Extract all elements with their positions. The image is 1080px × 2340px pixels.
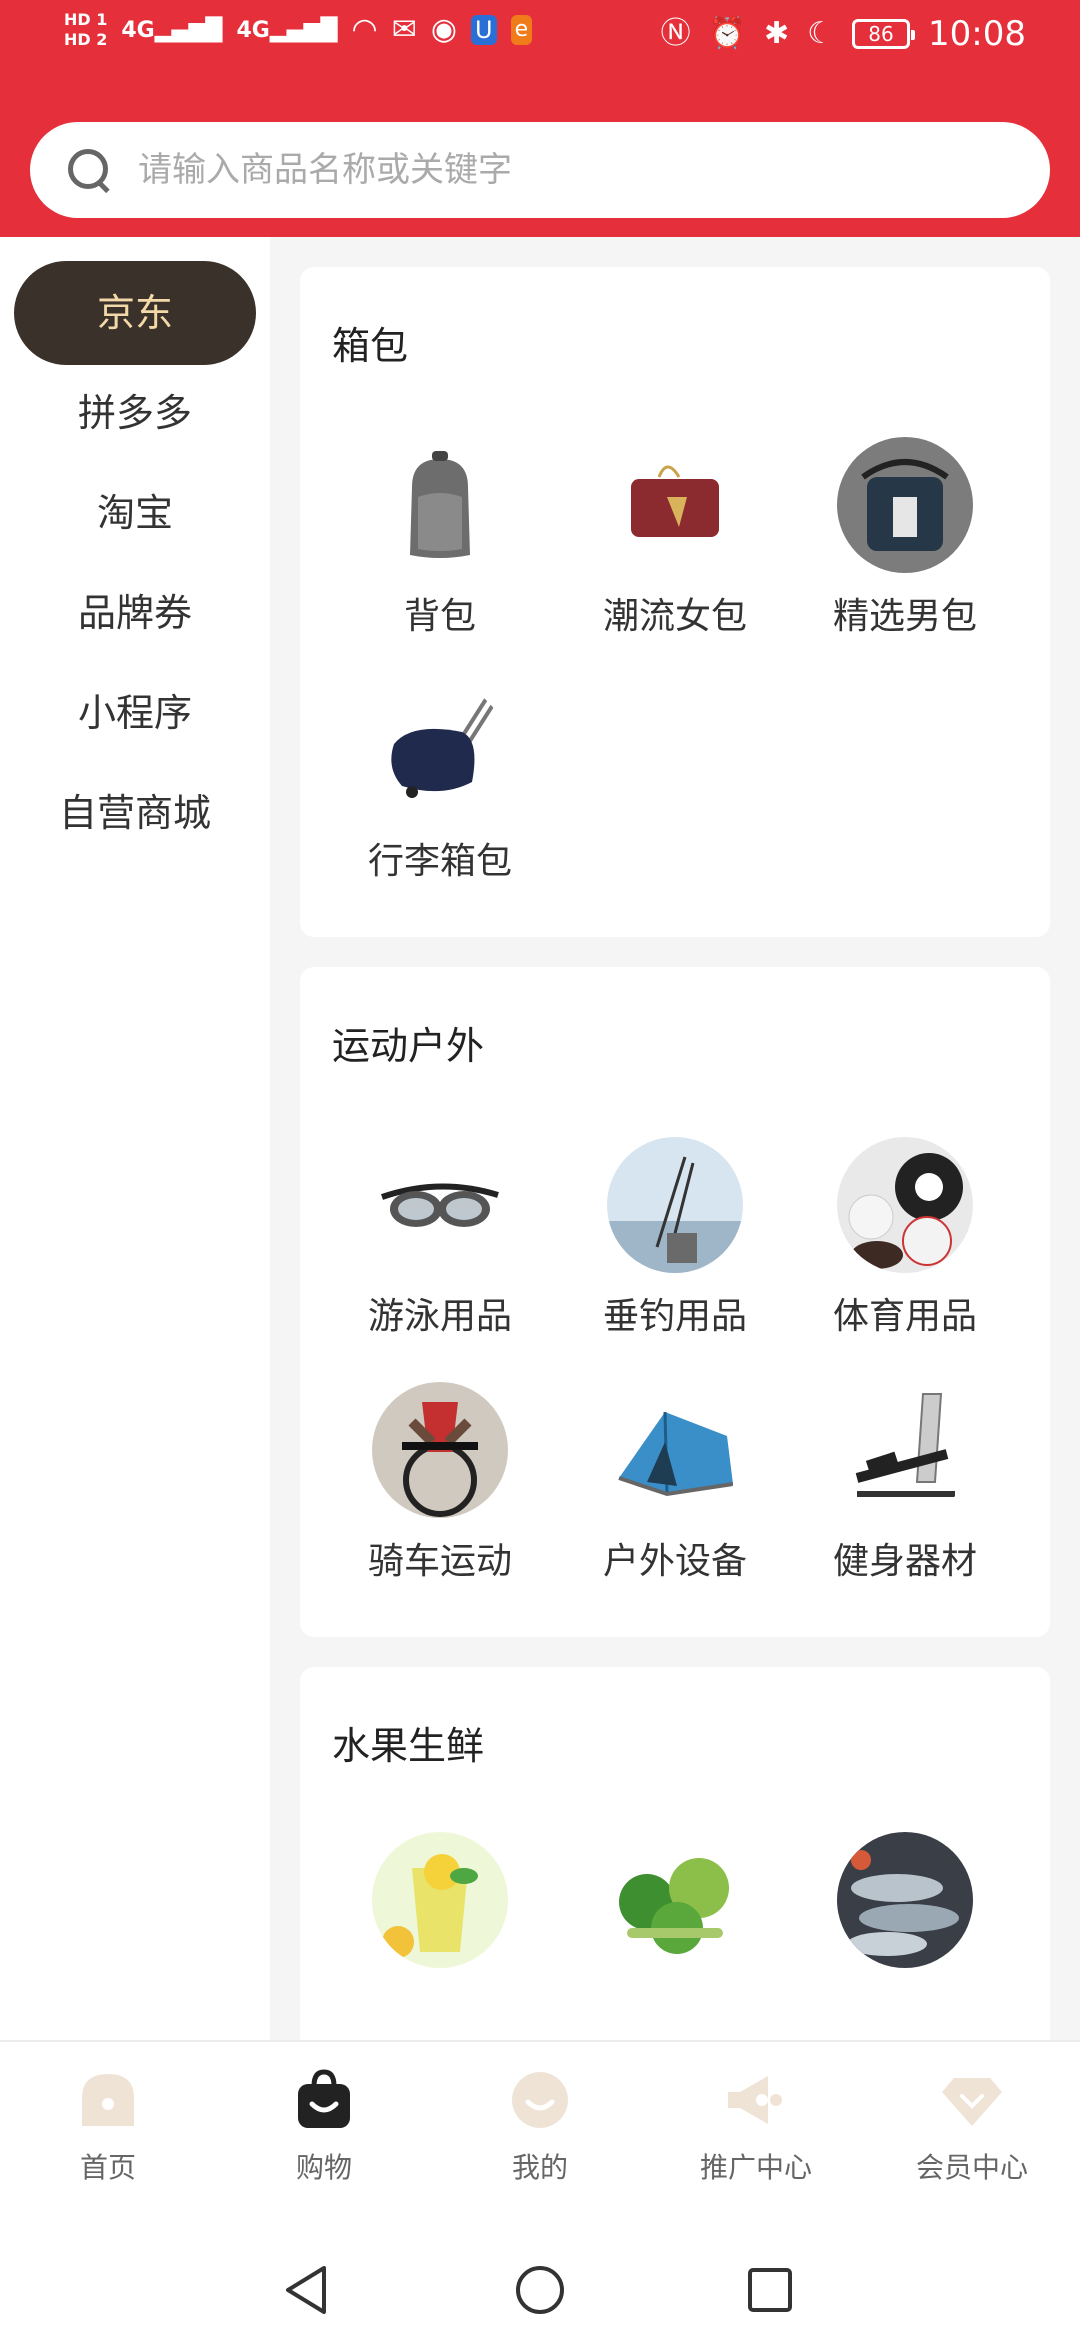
item-label: 游泳用品 bbox=[367, 1296, 512, 1337]
header: HD 1 HD 2 4G▂▄▆█ 4G▂▄▆█ ◠ ✉ ◉ U e Ⓝ ⏰ ✱ … bbox=[0, 0, 1080, 237]
nav-promotion[interactable]: 推广中心 bbox=[648, 2068, 864, 2186]
moon-icon: ☾ bbox=[807, 16, 835, 51]
luggage-icon bbox=[372, 682, 508, 818]
item-label: 健身器材 bbox=[832, 1541, 977, 1582]
seafood-icon bbox=[837, 1832, 973, 1968]
recents-icon[interactable] bbox=[742, 2262, 798, 2318]
cycling-icon bbox=[372, 1382, 508, 1518]
bottom-nav: 首页 购物 我的 推广中心 会员中心 bbox=[0, 2040, 1080, 2236]
nav-home[interactable]: 首页 bbox=[0, 2068, 216, 2186]
juice-icon bbox=[372, 1832, 508, 1968]
category-card-sports-outdoor: 运动户外 游泳用品 垂钓用品 体育用品 骑车运动 户外设备 健身器材 bbox=[300, 967, 1050, 1637]
search-input[interactable] bbox=[138, 150, 998, 190]
category-item-swimming[interactable]: 游泳用品 bbox=[325, 1137, 555, 1339]
battery-icon: 86 bbox=[852, 19, 916, 49]
category-item-backpack[interactable]: 背包 bbox=[325, 437, 555, 639]
home-icon bbox=[76, 2068, 140, 2132]
shopping-bag-icon bbox=[292, 2068, 356, 2132]
wifi-icon: ◠ bbox=[351, 12, 378, 47]
category-item-cycling[interactable]: 骑车运动 bbox=[325, 1382, 555, 1584]
sports-balls-icon bbox=[837, 1137, 973, 1273]
sidebar-item-self-mall[interactable]: 自营商城 bbox=[14, 761, 256, 865]
item-label: 骑车运动 bbox=[367, 1541, 512, 1582]
bluetooth-icon: ✱ bbox=[763, 16, 790, 51]
card-title: 水果生鲜 bbox=[332, 1724, 485, 1768]
fitness-machine-icon bbox=[837, 1382, 973, 1518]
search-bar[interactable] bbox=[30, 122, 1050, 218]
clock: 10:08 bbox=[928, 14, 1026, 54]
system-nav-bar bbox=[0, 2236, 1080, 2340]
sidebar-item-mini-program[interactable]: 小程序 bbox=[14, 661, 256, 765]
item-label: 户外设备 bbox=[602, 1541, 747, 1582]
category-item-outdoor-gear[interactable]: 户外设备 bbox=[560, 1382, 790, 1584]
search-icon bbox=[64, 145, 114, 195]
signal1-icon: 4G▂▄▆█ bbox=[121, 17, 223, 43]
back-icon[interactable] bbox=[280, 2262, 336, 2318]
notification-icon: ✉ bbox=[391, 12, 417, 47]
item-label: 潮流女包 bbox=[602, 596, 747, 637]
category-card-fresh-fruit: 水果生鲜 bbox=[300, 1667, 1050, 2040]
diamond-icon bbox=[940, 2068, 1004, 2132]
handbag-icon bbox=[607, 437, 743, 573]
status-bar: HD 1 HD 2 4G▂▄▆█ 4G▂▄▆█ ◠ ✉ ◉ U e Ⓝ ⏰ ✱ … bbox=[0, 0, 1080, 76]
vegetables-icon bbox=[607, 1832, 743, 1968]
backpack-icon bbox=[372, 437, 508, 573]
mens-bag-icon bbox=[837, 437, 973, 573]
category-item-fruit-juice[interactable] bbox=[325, 1832, 555, 1982]
category-content: 箱包 背包 潮流女包 精选男包 行李箱包 运动户外 游泳用品 垂钓用品 体育用品… bbox=[270, 237, 1080, 2040]
nfc-icon: Ⓝ bbox=[660, 16, 691, 51]
sidebar-item-jd[interactable]: 京东 bbox=[14, 261, 256, 365]
wechat-icon: ◉ bbox=[430, 12, 458, 47]
alarm-icon: ⏰ bbox=[708, 16, 746, 51]
profile-icon bbox=[508, 2068, 572, 2132]
category-item-seafood[interactable] bbox=[790, 1832, 1020, 1982]
tent-icon bbox=[607, 1382, 743, 1518]
sidebar-item-pdd[interactable]: 拼多多 bbox=[14, 361, 256, 465]
fishing-icon bbox=[607, 1137, 743, 1273]
signal2-icon: 4G▂▄▆█ bbox=[236, 17, 338, 43]
category-item-vegetables[interactable] bbox=[560, 1832, 790, 1982]
hd-indicators: HD 1 HD 2 bbox=[64, 10, 107, 50]
item-label: 背包 bbox=[403, 596, 476, 637]
card-title: 箱包 bbox=[332, 324, 409, 368]
card-title: 运动户外 bbox=[332, 1024, 485, 1068]
hd1-label: HD 1 bbox=[64, 10, 108, 29]
item-label: 行李箱包 bbox=[367, 841, 512, 882]
app-icon-orange: e bbox=[510, 15, 533, 45]
category-item-sports-goods[interactable]: 体育用品 bbox=[790, 1137, 1020, 1339]
item-label: 垂钓用品 bbox=[602, 1296, 747, 1337]
megaphone-icon bbox=[724, 2068, 788, 2132]
nav-label: 会员中心 bbox=[915, 2151, 1028, 2184]
category-item-mens-bag[interactable]: 精选男包 bbox=[790, 437, 1020, 639]
item-label: 体育用品 bbox=[832, 1296, 977, 1337]
app-icon-blue: U bbox=[471, 15, 497, 45]
category-sidebar: 京东 拼多多 淘宝 品牌券 小程序 自营商城 bbox=[0, 237, 270, 2040]
sidebar-item-taobao[interactable]: 淘宝 bbox=[14, 461, 256, 565]
nav-shopping[interactable]: 购物 bbox=[216, 2068, 432, 2186]
category-item-luggage[interactable]: 行李箱包 bbox=[325, 682, 555, 884]
category-item-womens-bag[interactable]: 潮流女包 bbox=[560, 437, 790, 639]
item-label: 精选男包 bbox=[832, 596, 977, 637]
goggles-icon bbox=[372, 1137, 508, 1273]
sidebar-item-brand-coupon[interactable]: 品牌券 bbox=[14, 561, 256, 665]
hd2-label: HD 2 bbox=[64, 30, 108, 49]
category-card-bags: 箱包 背包 潮流女包 精选男包 行李箱包 bbox=[300, 267, 1050, 937]
nav-profile[interactable]: 我的 bbox=[432, 2068, 648, 2186]
nav-label: 购物 bbox=[295, 2151, 352, 2184]
nav-label: 我的 bbox=[511, 2151, 568, 2184]
home-button-icon[interactable] bbox=[512, 2262, 568, 2318]
category-item-fitness[interactable]: 健身器材 bbox=[790, 1382, 1020, 1584]
nav-label: 推广中心 bbox=[699, 2151, 812, 2184]
nav-member[interactable]: 会员中心 bbox=[864, 2068, 1080, 2186]
nav-label: 首页 bbox=[79, 2151, 136, 2184]
category-item-fishing[interactable]: 垂钓用品 bbox=[560, 1137, 790, 1339]
